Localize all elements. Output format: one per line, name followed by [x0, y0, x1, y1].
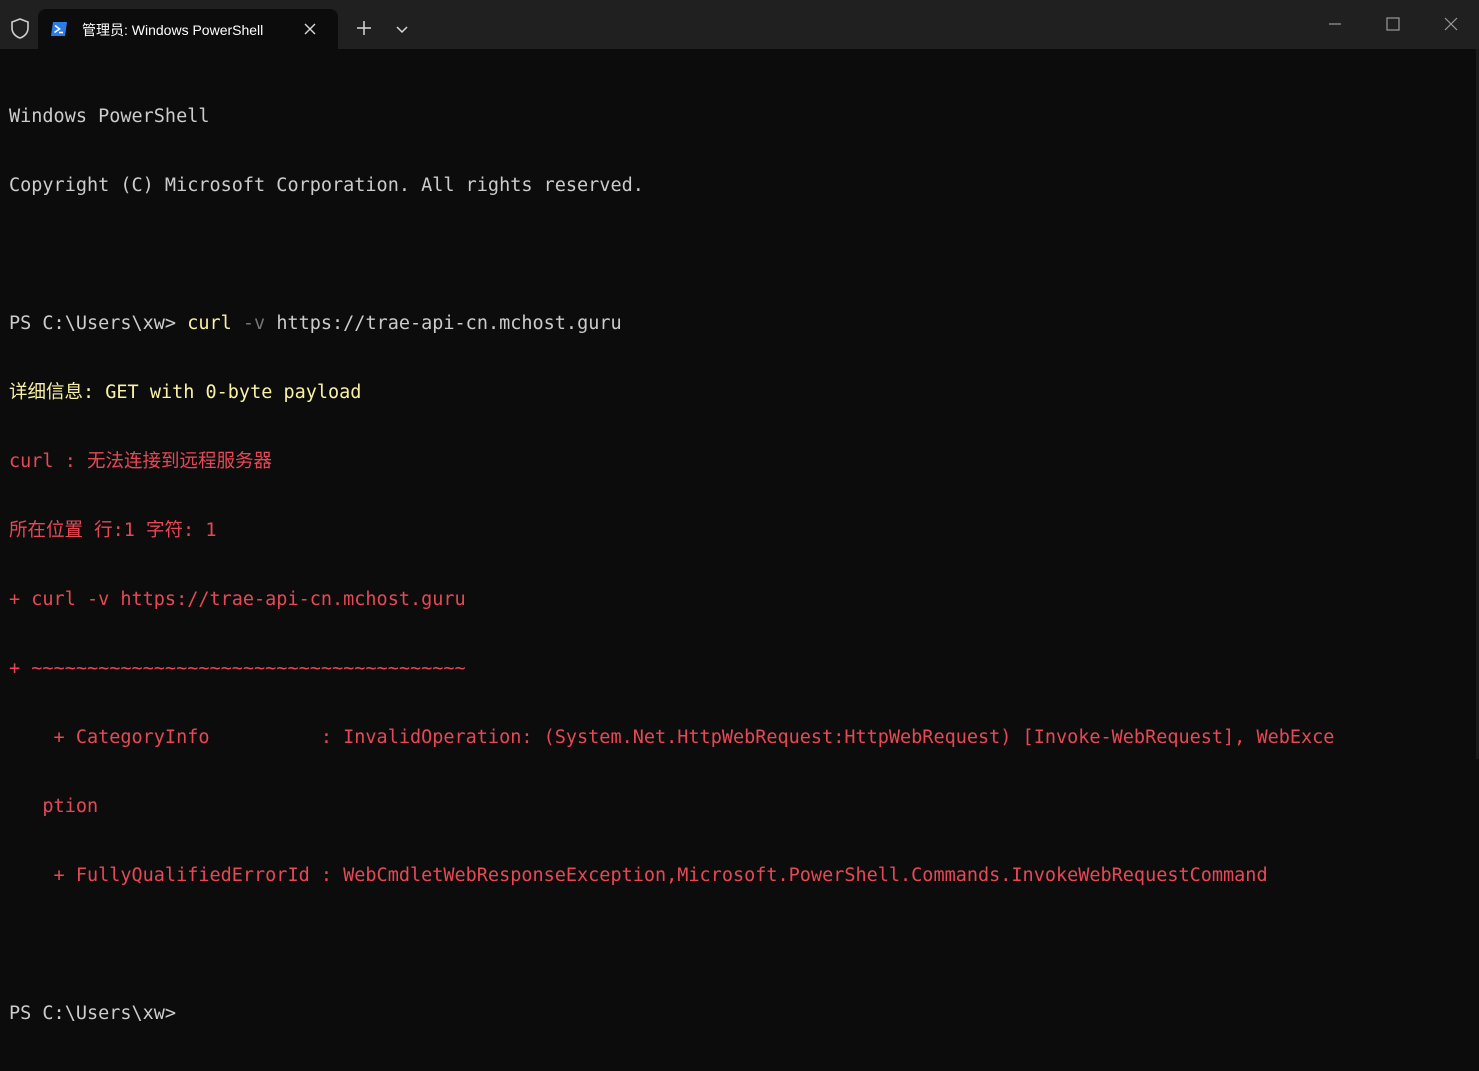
close-icon[interactable] [1431, 10, 1471, 38]
error-line: curl : 无法连接到远程服务器 [9, 451, 272, 472]
powershell-icon [51, 22, 67, 36]
prompt-line: PS C:\Users\xw> [9, 1003, 177, 1024]
maximize-icon[interactable] [1373, 10, 1413, 38]
tab-title: 管理员: Windows PowerShell [82, 22, 264, 38]
close-icon[interactable] [302, 21, 318, 37]
title-bar: 管理员: Windows PowerShell [0, 0, 1479, 49]
terminal-output: Windows PowerShell Copyright (C) Microso… [9, 59, 1334, 1071]
shield-icon[interactable] [8, 17, 32, 41]
error-line: + curl -v https://trae-api-cn.mchost.gur… [9, 589, 466, 610]
command-name: curl [187, 313, 232, 334]
command-flag: -v [231, 313, 266, 334]
chevron-down-icon[interactable] [394, 22, 410, 36]
command-arg: https://trae-api-cn.mchost.guru [265, 313, 622, 334]
error-line: + CategoryInfo : InvalidOperation: (Syst… [9, 727, 1335, 748]
error-line: 所在位置 行:1 字符: 1 [9, 520, 217, 541]
prompt: PS C:\Users\xw> [9, 313, 188, 334]
terminal-area[interactable]: Windows PowerShell Copyright (C) Microso… [0, 49, 1479, 1024]
error-line: ption [9, 796, 99, 817]
terminal-line: Windows PowerShell [9, 106, 210, 127]
plus-icon[interactable] [354, 18, 374, 38]
error-line: + ~~~~~~~~~~~~~~~~~~~~~~~~~~~~~~~~~~~~~~… [9, 658, 466, 679]
verbose-line: 详细信息: GET with 0-byte payload [9, 382, 362, 403]
minimize-icon[interactable] [1315, 10, 1355, 38]
error-line: + FullyQualifiedErrorId : WebCmdletWebRe… [9, 865, 1268, 886]
terminal-line: Copyright (C) Microsoft Corporation. All… [9, 175, 644, 196]
command-line: PS C:\Users\xw> curl -v https://trae-api… [9, 312, 1334, 335]
tab-powershell[interactable]: 管理员: Windows PowerShell [38, 9, 338, 49]
